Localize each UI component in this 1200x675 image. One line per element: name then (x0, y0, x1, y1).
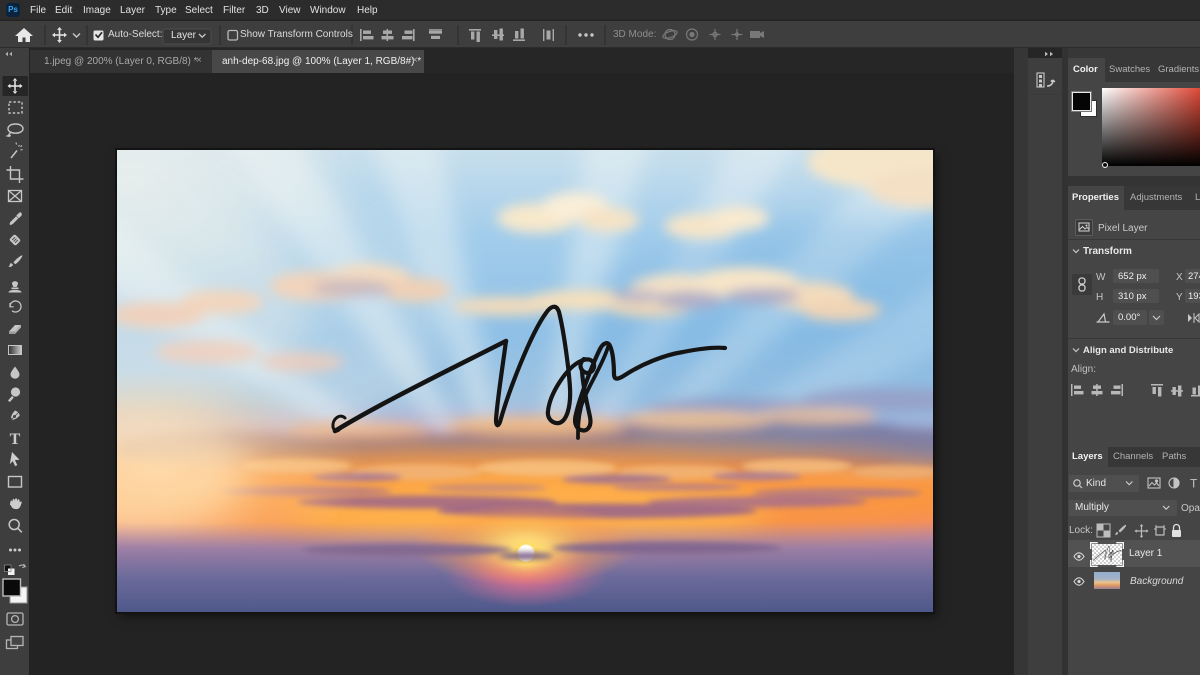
svg-text:T: T (1190, 477, 1198, 491)
svg-text:T: T (10, 431, 21, 448)
